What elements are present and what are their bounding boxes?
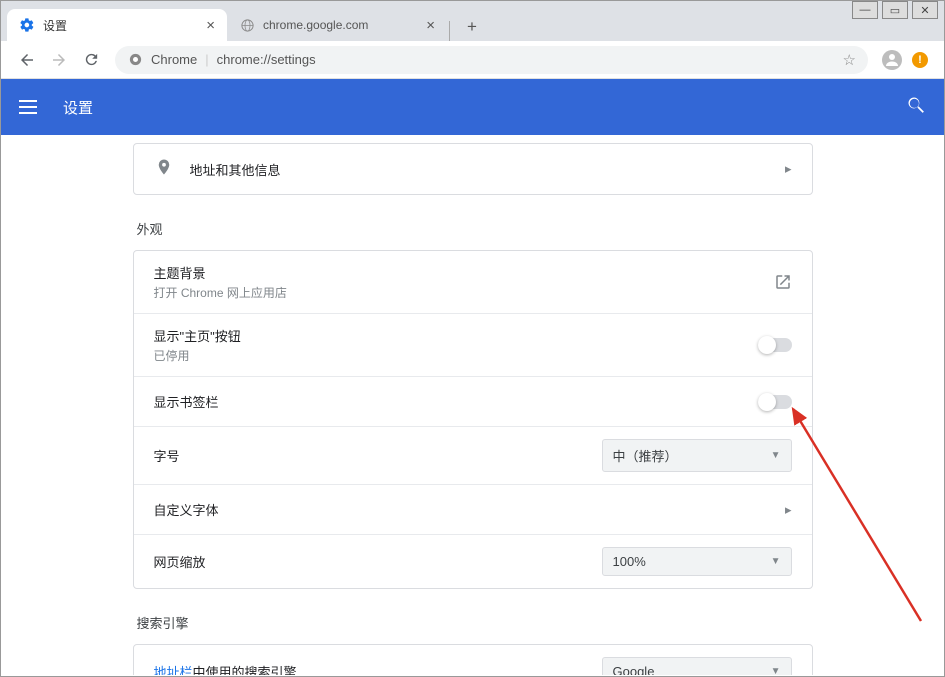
page-zoom-row: 网页缩放 100% ▼ — [134, 534, 812, 588]
search-engine-suffix: 中使用的搜索引擎 — [193, 665, 297, 675]
theme-sub: 打开 Chrome 网上应用店 — [154, 284, 774, 301]
addresses-label: 地址和其他信息 — [190, 160, 785, 179]
search-engine-value: Google — [613, 664, 771, 675]
chevron-right-icon: ▸ — [785, 161, 792, 177]
font-size-dropdown[interactable]: 中（推荐） ▼ — [602, 439, 792, 472]
chevron-right-icon: ▸ — [785, 502, 792, 518]
tab-settings[interactable]: 设置 × — [7, 9, 227, 41]
chevron-down-icon: ▼ — [771, 450, 781, 461]
close-window-button[interactable]: ✕ — [912, 1, 938, 19]
back-button[interactable] — [13, 46, 41, 74]
tab-label: 设置 — [43, 17, 67, 34]
autofill-card: 地址和其他信息 ▸ — [133, 143, 813, 195]
minimize-button[interactable]: — — [852, 1, 878, 19]
tab-divider — [449, 21, 450, 41]
url-path: chrome://settings — [217, 52, 316, 67]
custom-fonts-title: 自定义字体 — [154, 500, 785, 519]
settings-header: 设置 — [1, 79, 944, 135]
menu-icon[interactable] — [19, 95, 43, 119]
font-size-value: 中（推荐） — [613, 446, 771, 465]
bookmarks-bar-title: 显示书签栏 — [154, 392, 758, 411]
page-zoom-dropdown[interactable]: 100% ▼ — [602, 547, 792, 576]
omnibox-row: Chrome | chrome://settings ☆ ! — [1, 41, 944, 79]
home-button-toggle[interactable] — [758, 338, 792, 352]
page-zoom-title: 网页缩放 — [154, 552, 602, 571]
theme-title: 主题背景 — [154, 263, 774, 282]
search-card: 地址栏中使用的搜索引擎 Google ▼ — [133, 644, 813, 675]
globe-icon — [239, 17, 255, 33]
appearance-section-title: 外观 — [137, 219, 809, 238]
settings-content[interactable]: 地址和其他信息 ▸ 外观 主题背景 打开 Chrome 网上应用店 显示"主页"… — [2, 135, 943, 675]
url-origin: Chrome — [151, 52, 197, 67]
tab-strip: 设置 × chrome.google.com × + — [1, 1, 944, 41]
window-controls: — ▭ ✕ — [852, 1, 938, 19]
gear-icon — [19, 17, 35, 33]
update-alert-icon[interactable]: ! — [912, 52, 928, 68]
theme-row[interactable]: 主题背景 打开 Chrome 网上应用店 — [134, 251, 812, 313]
address-bar[interactable]: Chrome | chrome://settings ☆ — [115, 46, 868, 74]
font-size-title: 字号 — [154, 446, 602, 465]
page-title: 设置 — [63, 97, 93, 118]
home-button-sub: 已停用 — [154, 347, 758, 364]
forward-button[interactable] — [45, 46, 73, 74]
close-tab-icon[interactable]: × — [206, 17, 215, 34]
close-tab-icon[interactable]: × — [426, 17, 435, 34]
addresses-row[interactable]: 地址和其他信息 ▸ — [134, 144, 812, 194]
external-link-icon — [774, 273, 792, 291]
font-size-row: 字号 中（推荐） ▼ — [134, 426, 812, 484]
profile-avatar-icon[interactable] — [882, 50, 902, 70]
chrome-icon — [127, 52, 143, 68]
reload-button[interactable] — [77, 46, 105, 74]
search-icon[interactable] — [906, 95, 926, 120]
custom-fonts-row[interactable]: 自定义字体 ▸ — [134, 484, 812, 534]
search-engine-row: 地址栏中使用的搜索引擎 Google ▼ — [134, 645, 812, 675]
search-section-title: 搜索引擎 — [137, 613, 809, 632]
address-bar-link[interactable]: 地址栏 — [154, 665, 193, 675]
appearance-card: 主题背景 打开 Chrome 网上应用店 显示"主页"按钮 已停用 显示书签栏 — [133, 250, 813, 589]
url-separator: | — [205, 52, 208, 67]
tab-label: chrome.google.com — [263, 18, 368, 32]
chevron-down-icon: ▼ — [771, 666, 781, 675]
bookmarks-bar-row: 显示书签栏 — [134, 376, 812, 426]
bookmark-star-icon[interactable]: ☆ — [843, 51, 856, 69]
tab-chrome-google[interactable]: chrome.google.com × — [227, 9, 447, 41]
maximize-button[interactable]: ▭ — [882, 1, 908, 19]
page-zoom-value: 100% — [613, 554, 771, 569]
search-engine-label: 地址栏中使用的搜索引擎 — [154, 662, 602, 675]
chevron-down-icon: ▼ — [771, 556, 781, 567]
home-button-row: 显示"主页"按钮 已停用 — [134, 313, 812, 376]
location-icon — [154, 158, 174, 181]
new-tab-button[interactable]: + — [458, 13, 486, 41]
search-engine-dropdown[interactable]: Google ▼ — [602, 657, 792, 675]
home-button-title: 显示"主页"按钮 — [154, 326, 758, 345]
bookmarks-bar-toggle[interactable] — [758, 395, 792, 409]
